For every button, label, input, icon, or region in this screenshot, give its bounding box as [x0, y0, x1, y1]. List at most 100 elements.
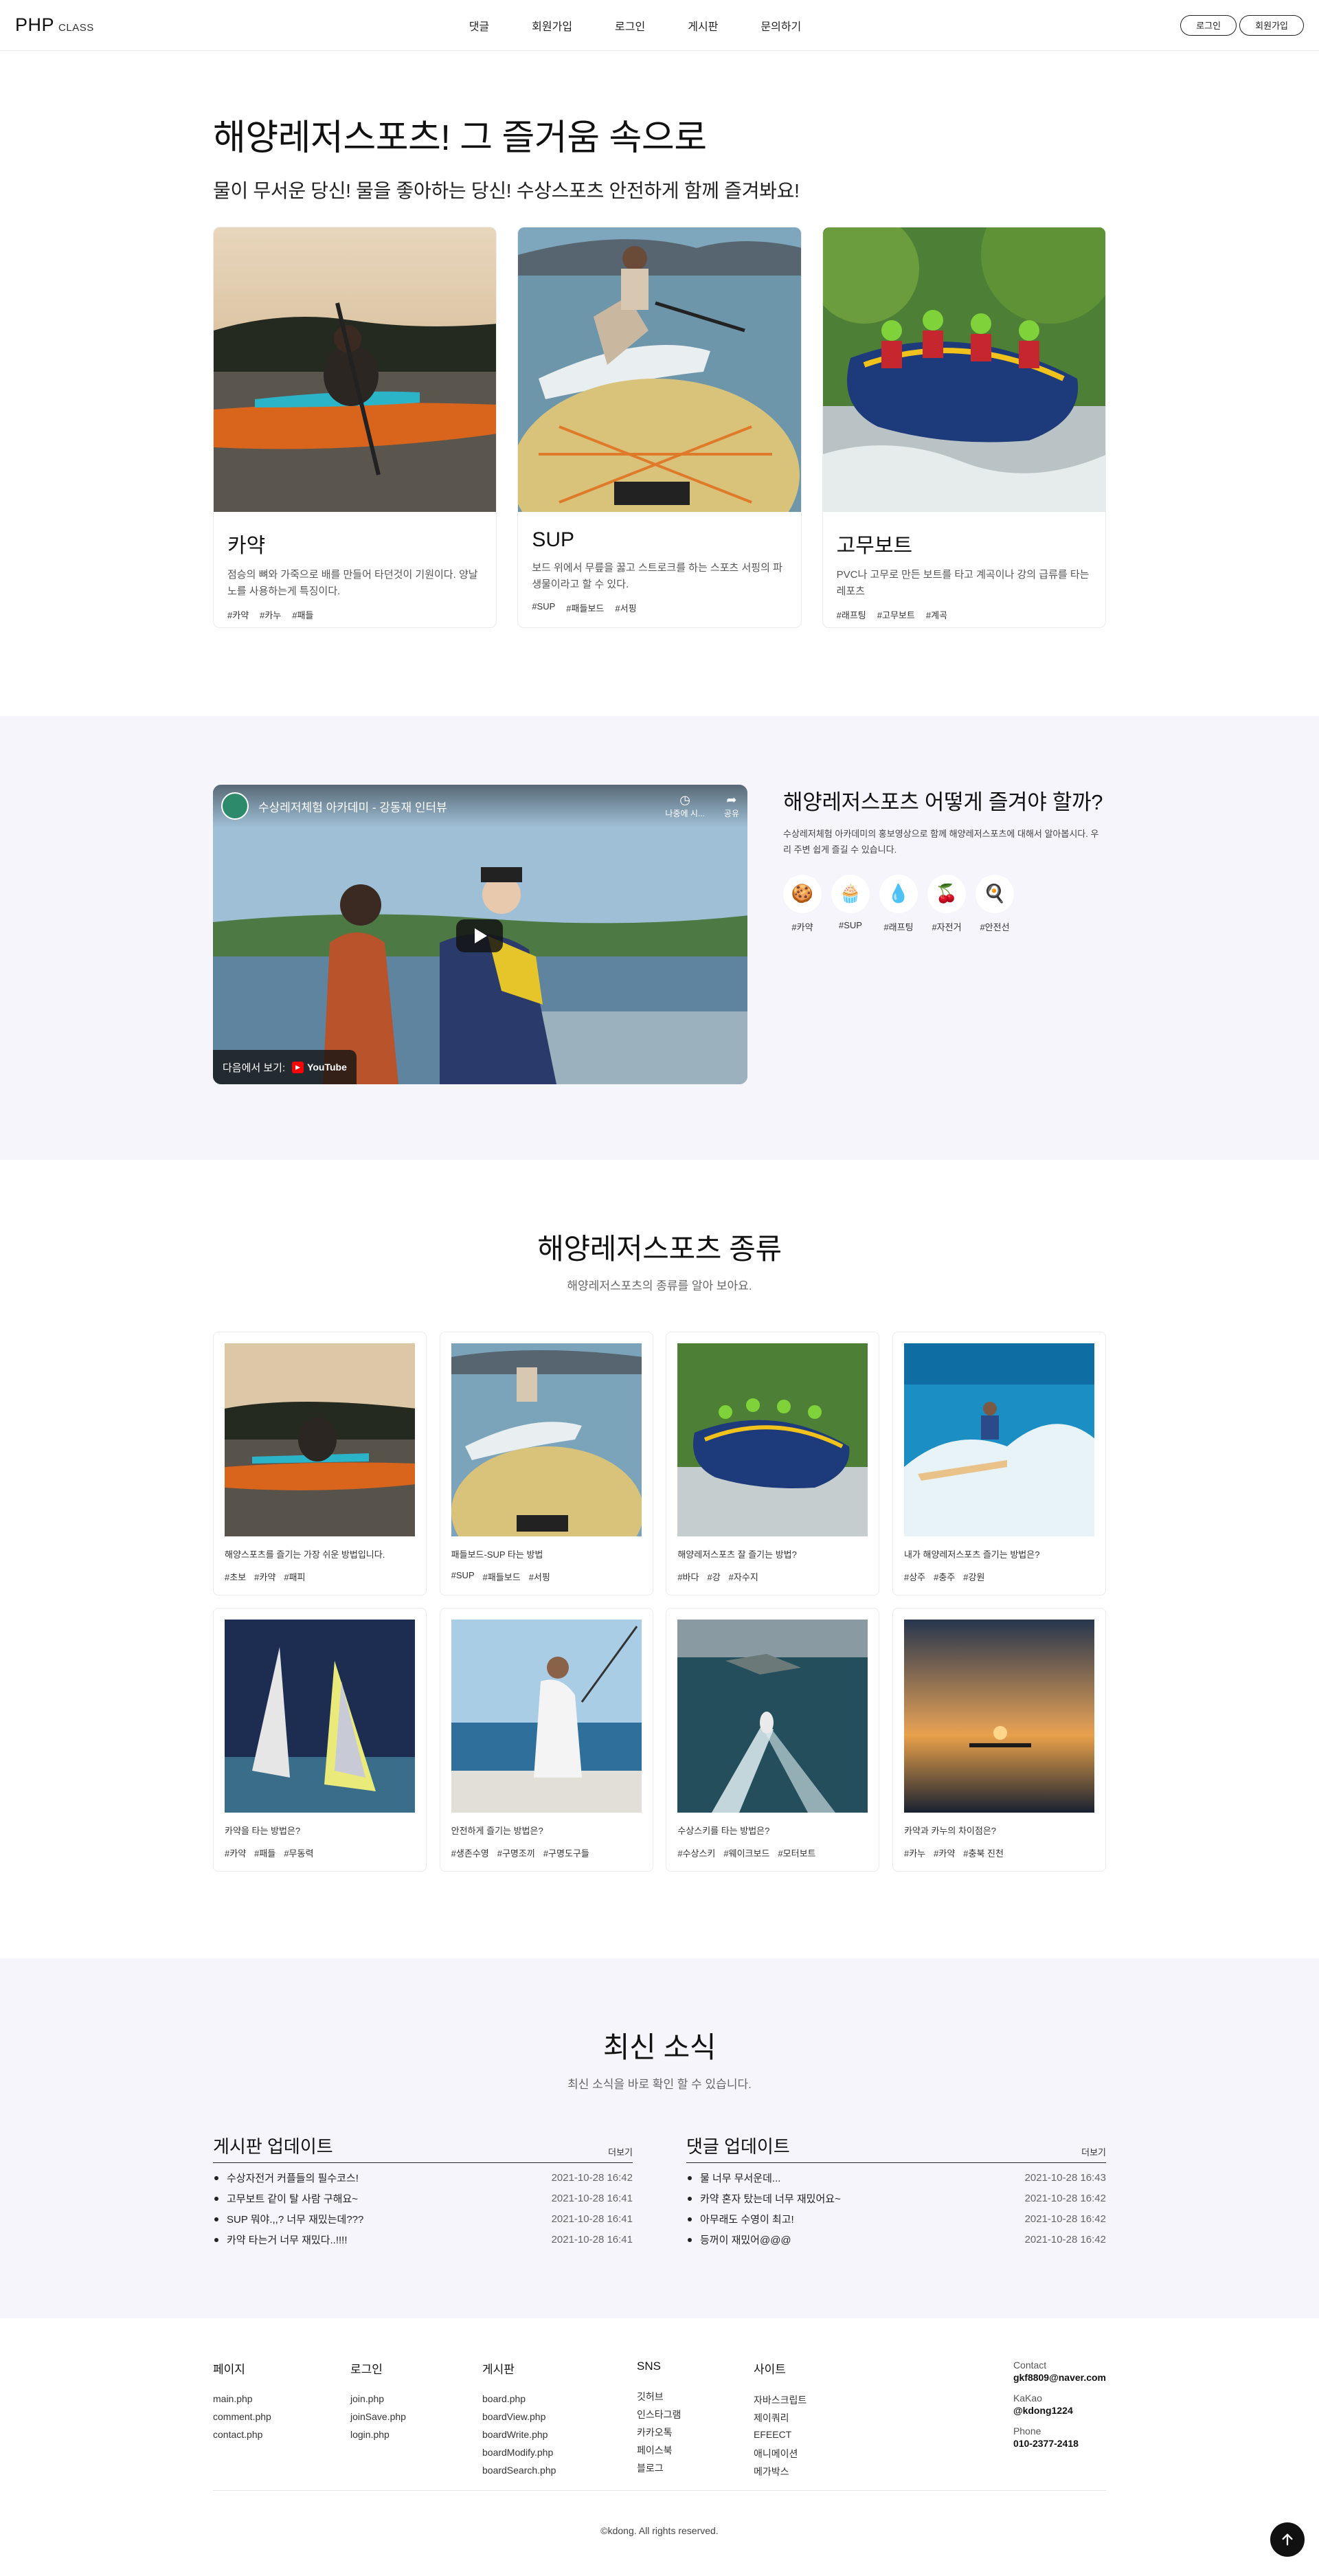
footer-link[interactable]: 애니메이션: [754, 2447, 891, 2459]
list-item[interactable]: 카약 혼자 탔는데 너무 재밌어요~ 2021-10-28 16:42: [686, 2193, 1106, 2205]
tag[interactable]: #패들: [292, 608, 313, 621]
type-card[interactable]: 카약과 카누의 차이점은? #카누 #카약 #충북 진천: [892, 1608, 1106, 1872]
nav-item-contact[interactable]: 문의하기: [739, 17, 822, 34]
nav-item-join[interactable]: 회원가입: [510, 17, 594, 34]
footer-link[interactable]: 깃허브: [637, 2390, 754, 2402]
type-card[interactable]: 수상스키를 타는 방법은? #수상스키 #웨이크보드 #모터보트: [666, 1608, 880, 1872]
contact-kakao[interactable]: @kdong1224: [1013, 2405, 1106, 2416]
tag[interactable]: #패들: [254, 1846, 275, 1859]
list-item[interactable]: 등꺼이 재밌어@@@ 2021-10-28 16:42: [686, 2234, 1106, 2246]
tag[interactable]: #패들보드: [483, 1570, 521, 1583]
tag[interactable]: #계곡: [926, 608, 947, 621]
join-button[interactable]: 회원가입: [1239, 14, 1304, 36]
type-card[interactable]: 안전하게 즐기는 방법은? #생존수영 #구명조끼 #구명도구들: [439, 1608, 653, 1872]
list-item[interactable]: 수상자전거 커플들의 필수코스! 2021-10-28 16:42: [213, 2172, 633, 2184]
share-button[interactable]: ➦ 공유: [724, 793, 739, 819]
list-item[interactable]: 고무보트 같이 탈 사람 구해요~ 2021-10-28 16:41: [213, 2193, 633, 2205]
nav-item-comment[interactable]: 댓글: [469, 17, 510, 34]
tag[interactable]: #서핑: [615, 601, 636, 614]
tag[interactable]: #패피: [284, 1570, 305, 1583]
footer-link[interactable]: 제이쿼리: [754, 2411, 891, 2423]
tag[interactable]: #생존수영: [451, 1846, 489, 1859]
footer-link[interactable]: comment.php: [213, 2411, 350, 2423]
sport-card-sup[interactable]: SUP 보드 위에서 무릎을 꿇고 스트로크를 하는 스포츠 서핑의 파생물이라…: [517, 227, 802, 629]
list-item[interactable]: 카약 타는거 너무 재밌다..!!!! 2021-10-28 16:41: [213, 2234, 633, 2246]
tag[interactable]: #강: [707, 1570, 720, 1583]
tag[interactable]: #바다: [677, 1570, 699, 1583]
footer-link[interactable]: boardView.php: [482, 2411, 637, 2423]
tag[interactable]: #자수지: [729, 1570, 758, 1583]
footer-link[interactable]: main.php: [213, 2393, 350, 2405]
footer-link[interactable]: boardSearch.php: [482, 2465, 637, 2476]
footer-link[interactable]: join.php: [350, 2393, 482, 2405]
sport-card-raft[interactable]: 고무보트 PVC나 고무로 만든 보트를 타고 계곡이나 강의 급류를 타는 레…: [822, 227, 1106, 629]
footer-link[interactable]: contact.php: [213, 2429, 350, 2441]
video-title[interactable]: 수상레저체험 아카데미 - 강동재 인터뷰: [258, 798, 447, 815]
tag[interactable]: #SUP: [532, 601, 555, 614]
footer-link[interactable]: boardModify.php: [482, 2447, 637, 2459]
tag[interactable]: #초보: [225, 1570, 246, 1583]
contact-phone[interactable]: 010-2377-2418: [1013, 2438, 1106, 2449]
icon-safety[interactable]: 🍳 #안전선: [976, 874, 1014, 933]
tag[interactable]: #고무보트: [877, 608, 915, 621]
icon-rafting[interactable]: 💧 #래프팅: [879, 874, 918, 933]
tag[interactable]: #충북 진천: [963, 1846, 1004, 1859]
video-player[interactable]: 수상레저체험 아카데미 - 강동재 인터뷰 ◷ 나중에 시... ➦ 공유 다음에서…: [213, 785, 747, 1085]
footer-link[interactable]: boardWrite.php: [482, 2429, 637, 2441]
tag[interactable]: #카약: [227, 608, 249, 621]
footer-link[interactable]: EFEECT: [754, 2429, 891, 2441]
list-item[interactable]: 아무래도 수영이 최고! 2021-10-28 16:42: [686, 2213, 1106, 2226]
tag[interactable]: #모터보트: [778, 1846, 815, 1859]
tag[interactable]: #카약: [934, 1846, 955, 1859]
type-card[interactable]: 패들보드-SUP 타는 방법 #SUP #패들보드 #서핑: [439, 1332, 653, 1596]
footer-link[interactable]: 페이스북: [637, 2443, 754, 2456]
more-link[interactable]: 더보기: [1081, 2145, 1106, 2158]
watch-on-youtube[interactable]: 다음에서 보기: ▶ YouTube: [213, 1050, 357, 1085]
tag[interactable]: #충주: [934, 1570, 955, 1583]
tag[interactable]: #서핑: [529, 1570, 550, 1583]
type-card[interactable]: 카약을 타는 방법은? #카약 #패들 #무동력: [213, 1608, 427, 1872]
logo[interactable]: PHP CLASS: [15, 14, 94, 36]
tag[interactable]: #구명도구들: [543, 1846, 589, 1859]
tag[interactable]: #구명조끼: [497, 1846, 535, 1859]
more-link[interactable]: 더보기: [608, 2145, 633, 2158]
tag[interactable]: #패들보드: [566, 601, 604, 614]
footer-link[interactable]: 블로그: [637, 2461, 754, 2474]
watch-later-button[interactable]: ◷ 나중에 시...: [665, 793, 705, 819]
footer-link[interactable]: 인스타그램: [637, 2408, 754, 2420]
nav-item-board[interactable]: 게시판: [666, 17, 739, 34]
nav-item-login[interactable]: 로그인: [594, 17, 666, 34]
tag[interactable]: #카누: [904, 1846, 925, 1859]
contact-email[interactable]: gkf8809@naver.com: [1013, 2372, 1106, 2383]
tag[interactable]: #상주: [904, 1570, 925, 1583]
type-desc: 해양레저스포츠 잘 즐기는 방법?: [677, 1549, 797, 1560]
type-card[interactable]: 내가 해양레저스포츠 즐기는 방법은? #상주 #충주 #강원: [892, 1332, 1106, 1596]
type-card[interactable]: 해양스포츠를 즐기는 가장 쉬운 방법입니다. #초보 #카약 #패피: [213, 1332, 427, 1596]
tag[interactable]: #카약: [225, 1846, 246, 1859]
footer-link[interactable]: 카카오톡: [637, 2426, 754, 2438]
tag[interactable]: #무동력: [284, 1846, 313, 1859]
list-item[interactable]: 물 너무 무서운데... 2021-10-28 16:43: [686, 2172, 1106, 2184]
footer-link[interactable]: 메가박스: [754, 2465, 891, 2477]
tag[interactable]: #카약: [254, 1570, 275, 1583]
tag[interactable]: #카누: [260, 608, 281, 621]
type-card[interactable]: 해양레저스포츠 잘 즐기는 방법? #바다 #강 #자수지: [666, 1332, 880, 1596]
tag[interactable]: #SUP: [451, 1570, 475, 1583]
sport-card-kayak[interactable]: 카약 점승의 뼈와 가죽으로 배를 만들어 타던것이 기원이다. 양날 노를 사…: [213, 227, 497, 629]
egg-toast-icon: 🍳: [976, 874, 1014, 913]
icon-sup[interactable]: 🧁 #SUP: [831, 874, 870, 933]
tag[interactable]: #래프팅: [837, 608, 866, 621]
footer-link[interactable]: board.php: [482, 2393, 637, 2405]
icon-bicycle[interactable]: 🍒 #자전거: [927, 874, 966, 933]
footer-link[interactable]: joinSave.php: [350, 2411, 482, 2423]
login-button[interactable]: 로그인: [1180, 14, 1237, 36]
footer-link[interactable]: 자바스크립트: [754, 2393, 891, 2406]
tag[interactable]: #웨이크보드: [723, 1846, 769, 1859]
footer-link[interactable]: login.php: [350, 2429, 482, 2441]
play-button[interactable]: [456, 919, 503, 953]
channel-avatar[interactable]: [221, 792, 249, 820]
icon-kayak[interactable]: 🍪 #카약: [783, 874, 822, 933]
tag[interactable]: #수상스키: [677, 1846, 715, 1859]
tag[interactable]: #강원: [963, 1570, 984, 1583]
list-item[interactable]: SUP 뭐야.,,? 너무 재밌는데??? 2021-10-28 16:41: [213, 2213, 633, 2226]
